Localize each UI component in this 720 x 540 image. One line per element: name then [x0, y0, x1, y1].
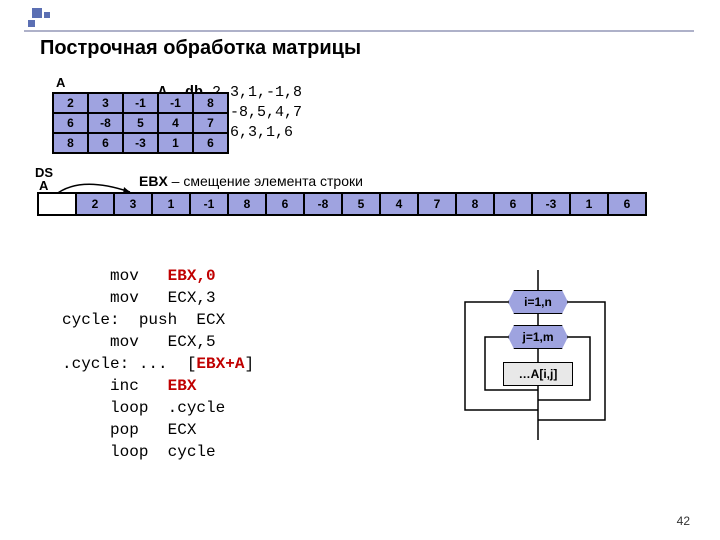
- mem-cell: 8: [456, 193, 494, 215]
- m-cell: 1: [158, 133, 193, 153]
- matrix-a-label: A: [56, 75, 65, 90]
- m-cell: -3: [123, 133, 158, 153]
- mem-cell: -1: [190, 193, 228, 215]
- mem-cell: 6: [494, 193, 532, 215]
- code-line: loop cycle: [62, 443, 216, 461]
- flowchart: i=1,n j=1,m …A[i,j]: [425, 270, 635, 470]
- page-title: Построчная обработка матрицы: [40, 37, 361, 60]
- matrix-2d: 2 3 -1 -1 8 6 -8 5 4 7 8 6 -3 1 6: [52, 92, 229, 154]
- m-cell: -1: [123, 93, 158, 113]
- header-rule: [24, 30, 694, 32]
- m-cell: 8: [53, 133, 88, 153]
- page-number: 42: [677, 514, 690, 528]
- code-line: mov ECX,5: [62, 333, 216, 351]
- m-cell: 7: [193, 113, 228, 133]
- mem-cell: 4: [380, 193, 418, 215]
- m-cell: 4: [158, 113, 193, 133]
- mem-cell: 2: [76, 193, 114, 215]
- code-line: mov EBX,0: [62, 267, 216, 285]
- m-cell: 8: [193, 93, 228, 113]
- assembly-code: mov EBX,0 mov ECX,3 cycle: push ECX mov …: [62, 265, 254, 463]
- m-cell: 6: [88, 133, 123, 153]
- m-cell: 5: [123, 113, 158, 133]
- code-line: pop ECX: [62, 421, 196, 439]
- a-label-2: A: [39, 178, 48, 193]
- flow-loop-inner: j=1,m: [508, 325, 568, 349]
- code-line: mov ECX,3: [62, 289, 216, 307]
- mem-cell: 8: [228, 193, 266, 215]
- mem-cell: 6: [608, 193, 646, 215]
- m-cell: 3: [88, 93, 123, 113]
- mem-cell: -3: [532, 193, 570, 215]
- ebx-desc: – смещение элемента строки: [168, 173, 363, 189]
- mem-cell: 7: [418, 193, 456, 215]
- code-line: loop .cycle: [62, 399, 225, 417]
- mem-blank: [38, 193, 76, 215]
- ebx-caption: EBX – смещение элемента строки: [139, 173, 363, 189]
- m-cell: -1: [158, 93, 193, 113]
- flow-loop-outer: i=1,n: [508, 290, 568, 314]
- ebx-name: EBX: [139, 173, 168, 189]
- memory-row: 2 3 1 -1 8 6 -8 5 4 7 8 6 -3 1 6: [37, 192, 647, 216]
- mem-cell: 5: [342, 193, 380, 215]
- code-line: .cycle: ... [EBX+A]: [62, 355, 254, 373]
- code-line: cycle: push ECX: [62, 311, 225, 329]
- mem-cell: 6: [266, 193, 304, 215]
- m-cell: 2: [53, 93, 88, 113]
- mem-cell: 3: [114, 193, 152, 215]
- m-cell: 6: [53, 113, 88, 133]
- flow-body: …A[i,j]: [503, 362, 573, 386]
- m-cell: -8: [88, 113, 123, 133]
- mem-cell: 1: [570, 193, 608, 215]
- logo-icon: [28, 8, 52, 32]
- code-line: inc EBX: [62, 377, 196, 395]
- mem-cell: 1: [152, 193, 190, 215]
- mem-cell: -8: [304, 193, 342, 215]
- m-cell: 6: [193, 133, 228, 153]
